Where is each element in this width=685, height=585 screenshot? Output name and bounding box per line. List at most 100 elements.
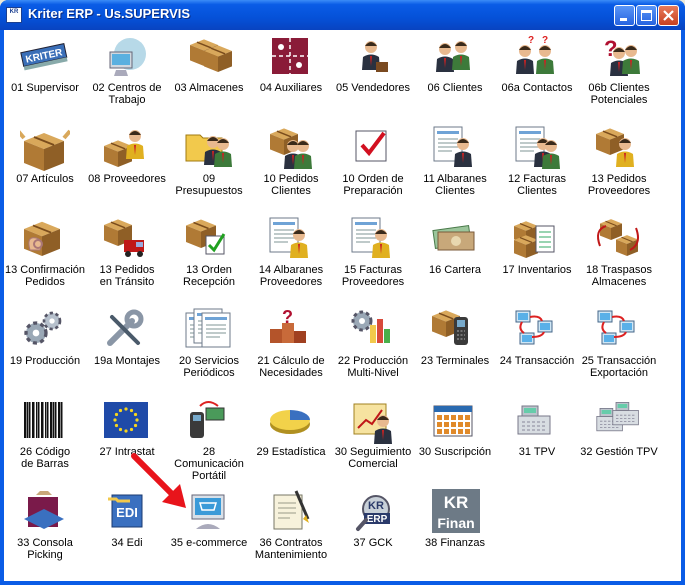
potential-clients-icon: ? (604, 36, 640, 76)
module-network[interactable]: 24 Transacción (496, 307, 578, 395)
module-label: 13 Orden Recepción (183, 264, 235, 288)
module-kr-finan[interactable]: KR Finan 38 Finanzas (414, 489, 496, 577)
question-bricks-icon: ? (270, 307, 306, 343)
svg-text:KR: KR (444, 493, 469, 512)
module-label: 19a Montajes (93, 355, 161, 367)
window-title: Kriter ERP - Us.SUPERVIS (28, 6, 191, 21)
transfer-icon (597, 219, 639, 256)
module-label: 24 Transacción (499, 355, 575, 367)
module-supplier[interactable]: 08 Proveedores (86, 125, 168, 213)
module-trend-chart[interactable]: 30 Seguimiento Comercial (332, 398, 414, 486)
module-inventory[interactable]: 17 Inventarios (496, 216, 578, 304)
maximize-button[interactable] (636, 5, 657, 26)
title-bar[interactable]: KR Kriter ERP - Us.SUPERVIS (0, 0, 685, 30)
module-potential-clients[interactable]: ? 06b Clientes Potenciales (578, 34, 660, 122)
module-contract[interactable]: 36 Contratos Mantenimiento (250, 489, 332, 577)
module-gears-bars[interactable]: 22 Producción Multi-Nivel (332, 307, 414, 395)
kr-erp-icon: KR ERP (356, 495, 390, 531)
module-label: 09 Presupuestos (175, 173, 243, 197)
picking-icon (24, 491, 64, 529)
module-supplier-delivery[interactable]: 14 Albaranes Proveedores (250, 216, 332, 304)
module-label: 12 Facturas Clientes (507, 173, 567, 197)
cash-register-network-icon (596, 402, 639, 432)
module-folder-people[interactable]: 09 Presupuestos (168, 125, 250, 213)
module-salesman[interactable]: 05 Vendedores (332, 34, 414, 122)
module-label: 26 Código de Barras (19, 446, 71, 470)
contacts-icon: ?? (516, 35, 554, 74)
module-open-box[interactable]: 07 Artículos (4, 125, 86, 213)
module-label: 16 Cartera (429, 264, 481, 276)
module-label: 31 TPV (518, 446, 556, 458)
ok-box-icon (24, 221, 60, 256)
module-boxes[interactable]: 03 Almacenes (168, 34, 250, 122)
puzzle-icon (272, 38, 308, 74)
module-label: 21 Cálculo de Necesidades (257, 355, 325, 379)
module-label: 06b Clientes Potenciales (588, 82, 650, 106)
client-orders-icon (270, 128, 312, 169)
module-box-check[interactable]: 13 Orden Recepción (168, 216, 250, 304)
module-truck[interactable]: 13 Pedidos en Tránsito (86, 216, 168, 304)
truck-icon (104, 219, 144, 257)
module-kr-erp[interactable]: KR ERP 37 GCK (332, 489, 414, 577)
module-supplier-orders[interactable]: 13 Pedidos Proveedores (578, 125, 660, 213)
module-handheld[interactable]: 23 Terminales (414, 307, 496, 395)
module-computer-network[interactable]: 02 Centros de Trabajo (86, 34, 168, 122)
module-picking[interactable]: 33 Consola Picking (4, 489, 86, 577)
supplier-delivery-icon (269, 217, 308, 258)
close-button[interactable] (658, 5, 679, 26)
module-cash-register-network[interactable]: 32 Gestión TPV (578, 398, 660, 486)
cash-register-icon (517, 405, 551, 435)
module-gears[interactable]: 19 Producción (4, 307, 86, 395)
module-contacts[interactable]: ?? 06a Contactos (496, 34, 578, 122)
close-icon (663, 10, 674, 21)
module-invoice[interactable]: 12 Facturas Clientes (496, 125, 578, 213)
pie-chart-icon (270, 410, 310, 434)
module-label: 29 Estadística (256, 446, 326, 458)
invoice-icon (515, 126, 560, 169)
supplier-icon (104, 130, 144, 167)
module-supplier-invoice[interactable]: 15 Facturas Proveedores (332, 216, 414, 304)
module-cash-register[interactable]: 31 TPV (496, 398, 578, 486)
module-transfer[interactable]: 18 Traspasos Almacenes (578, 216, 660, 304)
module-label: 03 Almacenes (174, 82, 244, 94)
contract-icon (273, 490, 310, 530)
module-documents[interactable]: 20 Servicios Periódicos (168, 307, 250, 395)
module-label: 36 Contratos Mantenimiento (254, 537, 328, 561)
gears-bars-icon (351, 310, 390, 343)
minimize-button[interactable] (614, 5, 635, 26)
module-label: 34 Edi (111, 537, 143, 549)
module-label: 08 Proveedores (88, 173, 166, 185)
module-label: 13 Confirmación Pedidos (4, 264, 86, 288)
module-pie-chart[interactable]: 29 Estadística (250, 398, 332, 486)
module-check-order[interactable]: 10 Orden de Preparación (332, 125, 414, 213)
module-label: 13 Pedidos Proveedores (587, 173, 651, 197)
module-label: 06a Contactos (501, 82, 573, 94)
svg-text:KR: KR (368, 500, 384, 512)
module-clients[interactable]: 06 Clientes (414, 34, 496, 122)
module-client-orders[interactable]: 10 Pedidos Clientes (250, 125, 332, 213)
eu-flag-icon (104, 402, 148, 438)
module-label: 25 Transacción Exportación (581, 355, 657, 379)
module-delivery-note[interactable]: 11 Albaranes Clientes (414, 125, 496, 213)
svg-text:?: ? (282, 307, 293, 327)
module-calendar[interactable]: 30 Suscripción (414, 398, 496, 486)
module-puzzle[interactable]: 04 Auxiliares (250, 34, 332, 122)
minimize-icon (620, 18, 627, 21)
computer-network-icon (109, 38, 146, 76)
supplier-orders-icon (596, 128, 634, 167)
module-label: 10 Pedidos Clientes (263, 173, 319, 197)
module-banknotes[interactable]: 16 Cartera (414, 216, 496, 304)
module-ok-box[interactable]: 13 Confirmación Pedidos (4, 216, 86, 304)
module-kriter-logo[interactable]: KRITER 01 Supervisor (4, 34, 86, 122)
app-icon[interactable]: KR (6, 7, 22, 23)
box-check-icon (186, 219, 226, 255)
open-box-icon (20, 129, 70, 171)
module-network-export[interactable]: 25 Transacción Exportación (578, 307, 660, 395)
module-barcode[interactable]: 26 Código de Barras (4, 398, 86, 486)
module-wrench[interactable]: 19a Montajes (86, 307, 168, 395)
wrench-icon (107, 309, 144, 346)
module-question-bricks[interactable]: ? 21 Cálculo de Necesidades (250, 307, 332, 395)
banknotes-icon (432, 225, 475, 251)
module-label: 02 Centros de Trabajo (92, 82, 162, 106)
module-label: 19 Producción (9, 355, 81, 367)
